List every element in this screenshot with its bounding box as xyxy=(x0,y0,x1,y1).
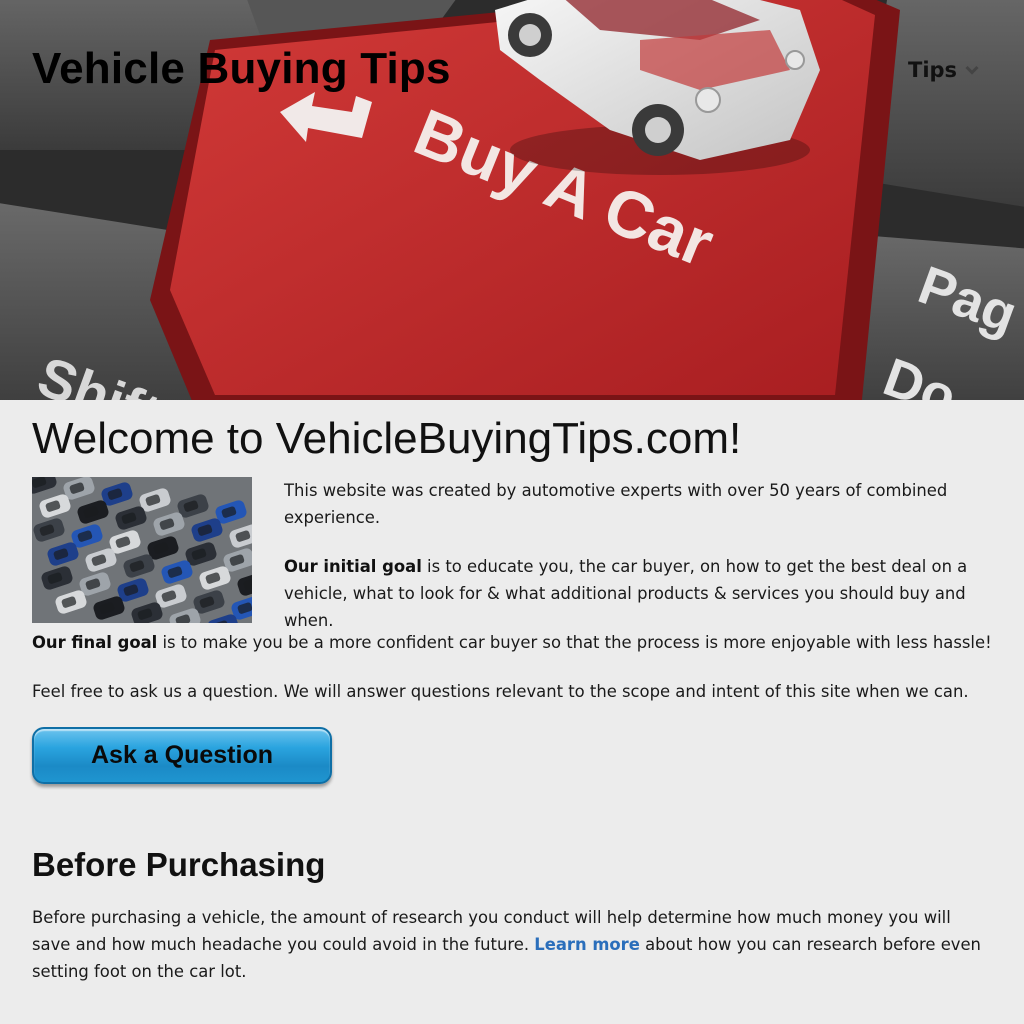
initial-goal-paragraph: Our initial goal is to educate you, the … xyxy=(284,553,984,634)
car-lot-image xyxy=(32,477,252,623)
chevron-down-icon xyxy=(965,65,979,75)
before-purchasing-heading: Before Purchasing xyxy=(32,846,326,883)
final-goal-text: is to make you be a more confident car b… xyxy=(157,633,992,652)
before-purchasing-paragraph: Before purchasing a vehicle, the amount … xyxy=(32,904,982,985)
initial-goal-label: Our initial goal xyxy=(284,557,422,576)
nav-tips-menu[interactable]: Tips xyxy=(908,58,979,82)
intro-paragraph: This website was created by automotive e… xyxy=(284,481,948,527)
learn-more-link[interactable]: Learn more xyxy=(534,935,640,954)
parking-lot-photo xyxy=(32,477,252,623)
site-title[interactable]: Vehicle Buying Tips xyxy=(32,44,451,94)
welcome-heading: Welcome to VehicleBuyingTips.com! xyxy=(32,414,742,463)
ask-intro-paragraph: Feel free to ask us a question. We will … xyxy=(32,682,969,701)
final-goal-paragraph: Our final goal is to make you be a more … xyxy=(32,629,992,656)
nav-tips-label: Tips xyxy=(908,58,958,82)
ask-a-question-label: Ask a Question xyxy=(91,741,273,769)
hero-banner: Buy A Car Shift Pag Do Vehicle Buying Ti… xyxy=(0,0,1024,400)
final-goal-label: Our final goal xyxy=(32,633,158,652)
ask-a-question-button[interactable]: Ask a Question xyxy=(32,727,332,784)
